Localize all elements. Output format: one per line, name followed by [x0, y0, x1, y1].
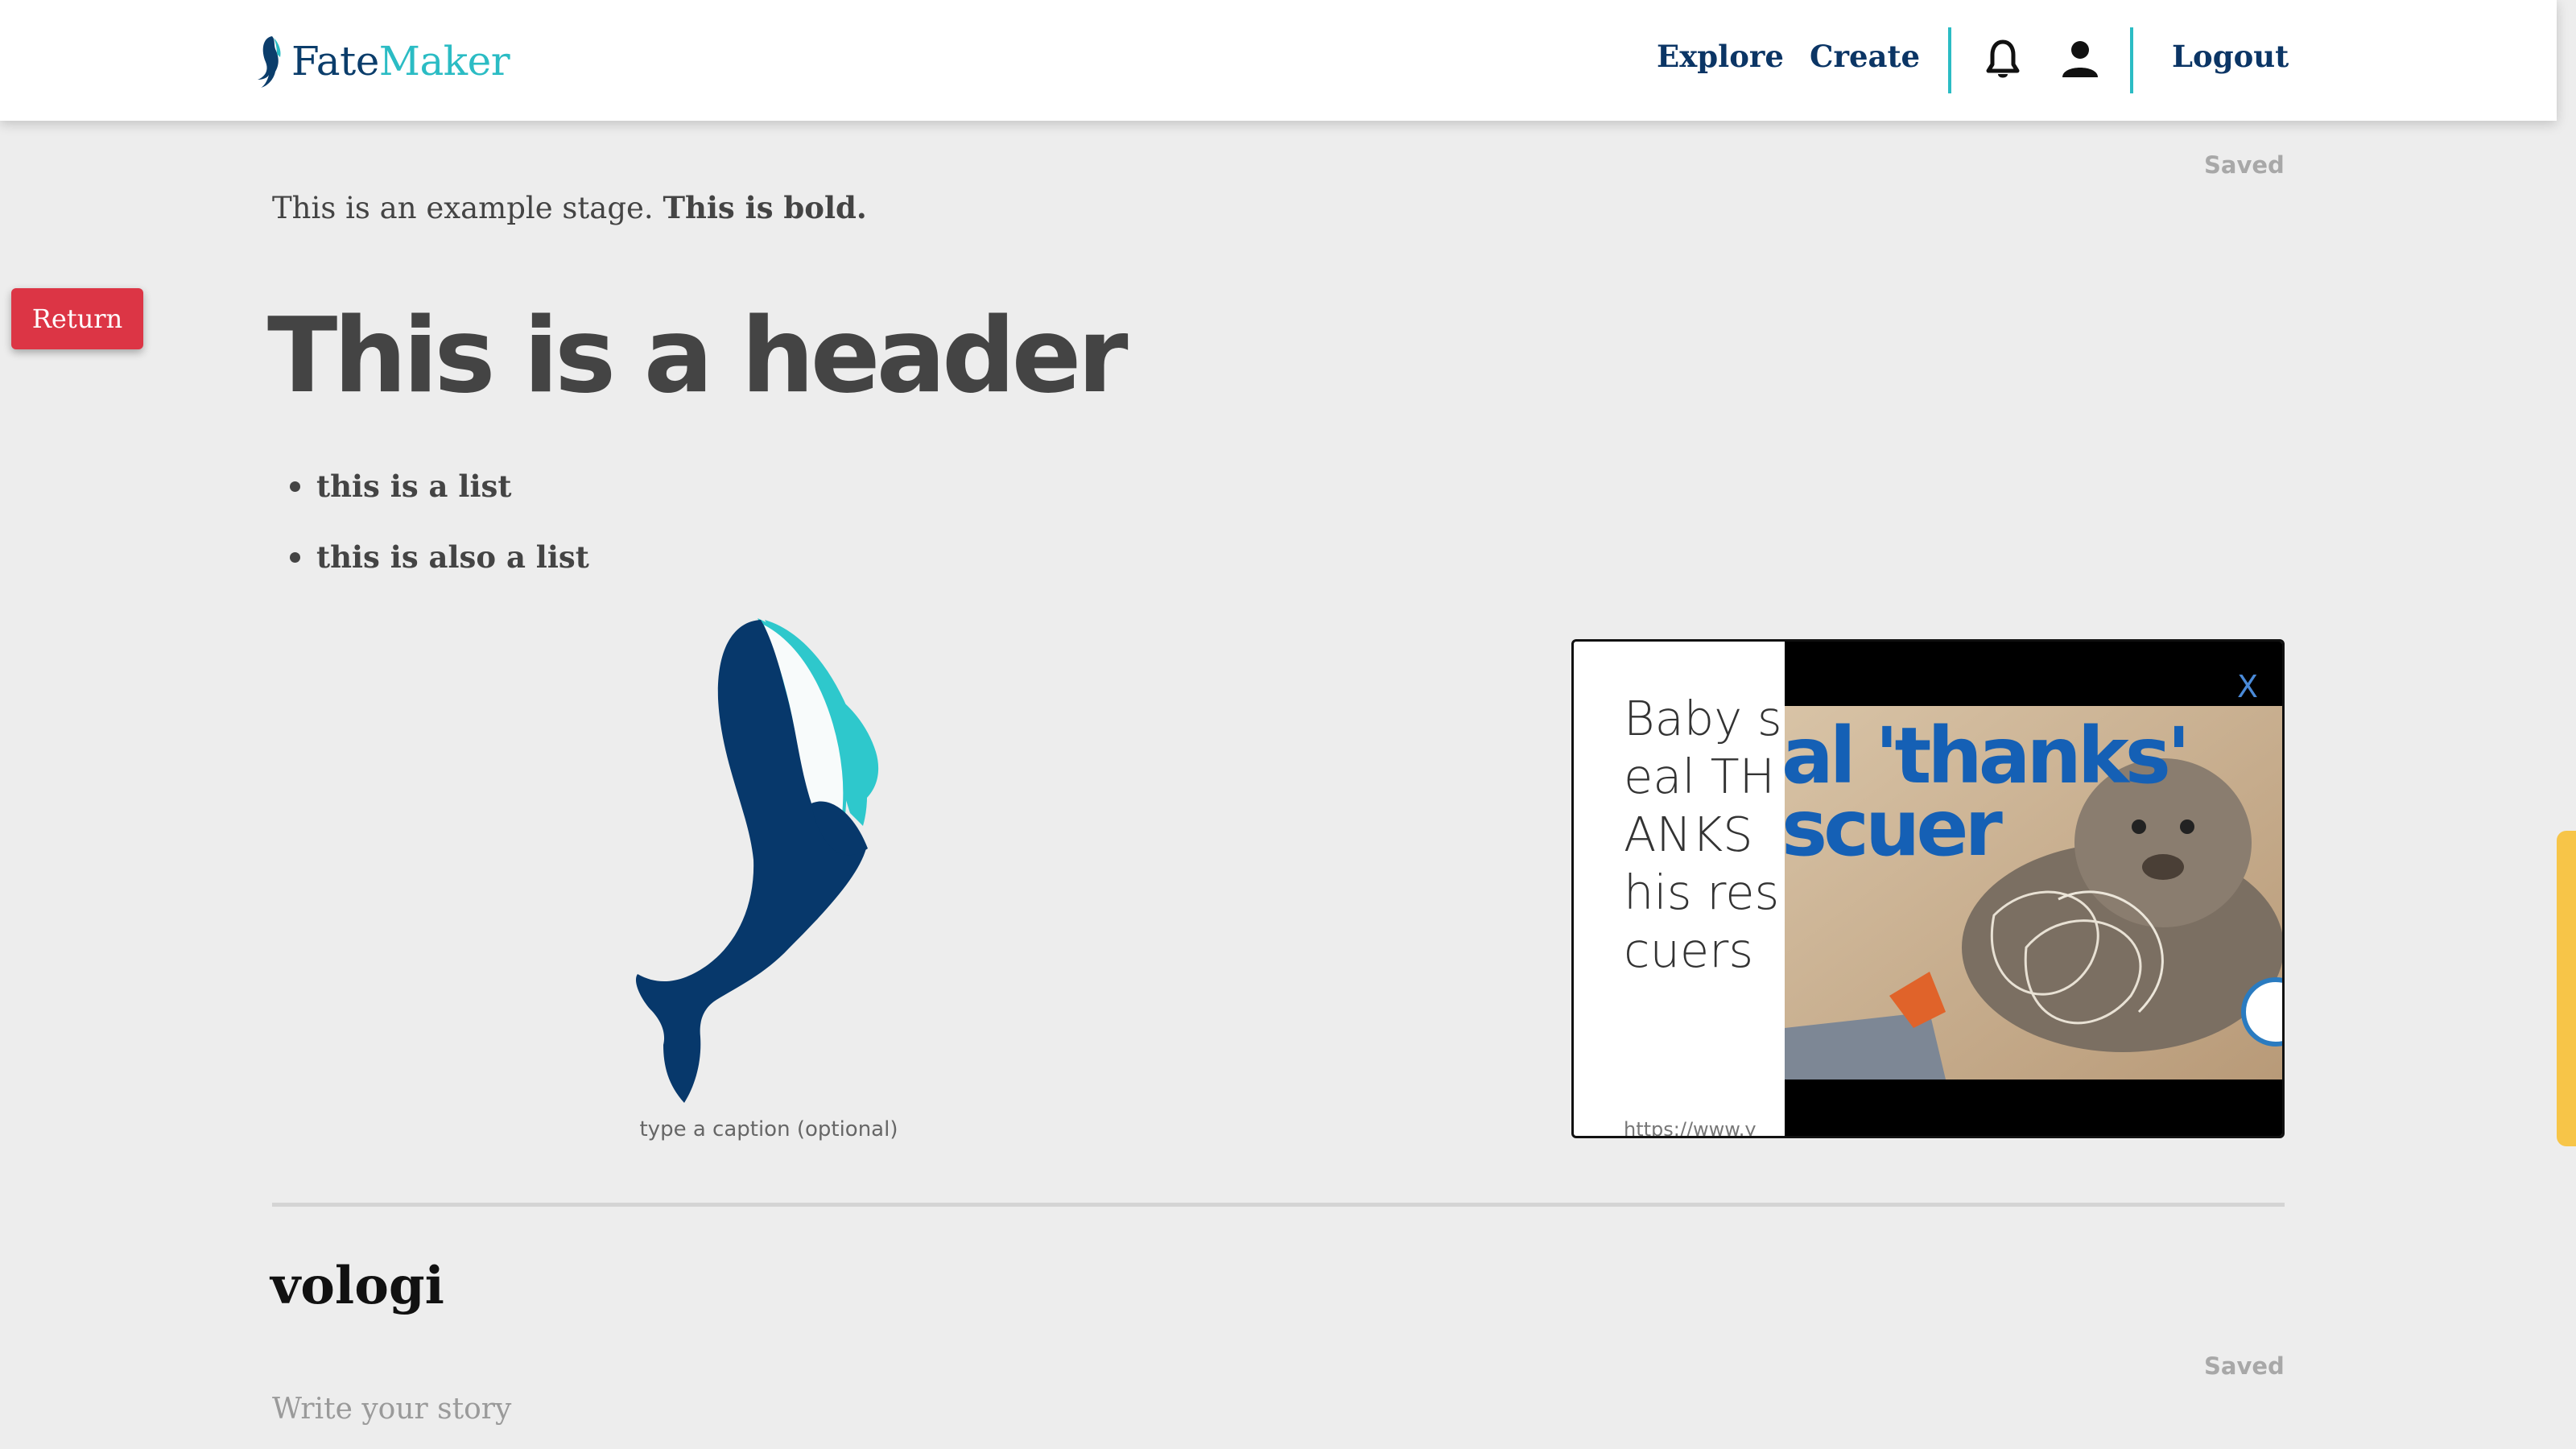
section-divider: [272, 1203, 2285, 1207]
brand-name: FateMaker: [291, 38, 510, 85]
bullet-icon: [290, 481, 300, 492]
return-button[interactable]: Return: [11, 288, 143, 349]
user-icon[interactable]: [2061, 39, 2099, 82]
stage-header[interactable]: This is a header: [267, 296, 1128, 416]
overlay-text-line2: scuer: [1785, 783, 2003, 873]
story-title[interactable]: vologi: [270, 1256, 444, 1316]
nav-explore-link[interactable]: Explore: [1657, 39, 1784, 74]
link-preview-media[interactable]: al 'thanks' scuer X: [1785, 642, 2282, 1136]
bullet-icon: [290, 551, 300, 563]
story-editor-input[interactable]: Write your story: [272, 1393, 511, 1426]
stage-saved-status: Saved: [2204, 151, 2285, 179]
close-embed-button[interactable]: X: [2237, 669, 2258, 704]
whale-image[interactable]: [596, 610, 934, 1106]
seal-thumbnail-image: al 'thanks' scuer: [1785, 706, 2282, 1080]
stage-intro-paragraph[interactable]: This is an example stage. This is bold.: [272, 190, 867, 225]
list-item: this is also a list: [290, 522, 589, 592]
brand-logo-link[interactable]: FateMaker: [251, 31, 510, 92]
bell-icon[interactable]: [1984, 39, 2022, 82]
intro-bold-text: This is bold.: [663, 190, 867, 225]
whale-illustration: [635, 618, 879, 1103]
logout-link[interactable]: Logout: [2172, 39, 2289, 74]
nav-divider: [1948, 27, 1951, 93]
list-item-text: this is also a list: [316, 539, 589, 575]
link-preview-url[interactable]: https://www.y: [1624, 1118, 1785, 1136]
intro-text: This is an example stage.: [272, 191, 663, 225]
list-item: this is a list: [290, 451, 589, 522]
list-item-text: this is a list: [316, 469, 512, 504]
story-saved-status: Saved: [2204, 1352, 2285, 1380]
link-preview-card[interactable]: Baby seal THANKS his rescuers https://ww…: [1571, 639, 2285, 1138]
scrollbar-thumb[interactable]: [2557, 831, 2576, 1146]
nav-create-link[interactable]: Create: [1810, 39, 1920, 74]
whale-logo-icon: [258, 36, 281, 88]
top-navbar: FateMaker Explore Create Logout: [0, 0, 2557, 121]
link-preview-title: Baby seal THANKS his rescuers: [1624, 691, 1782, 978]
stage-bullet-list[interactable]: this is a list this is also a list: [290, 451, 589, 592]
nav-divider: [2130, 27, 2133, 93]
image-caption-input[interactable]: type a caption (optional): [580, 1117, 958, 1141]
